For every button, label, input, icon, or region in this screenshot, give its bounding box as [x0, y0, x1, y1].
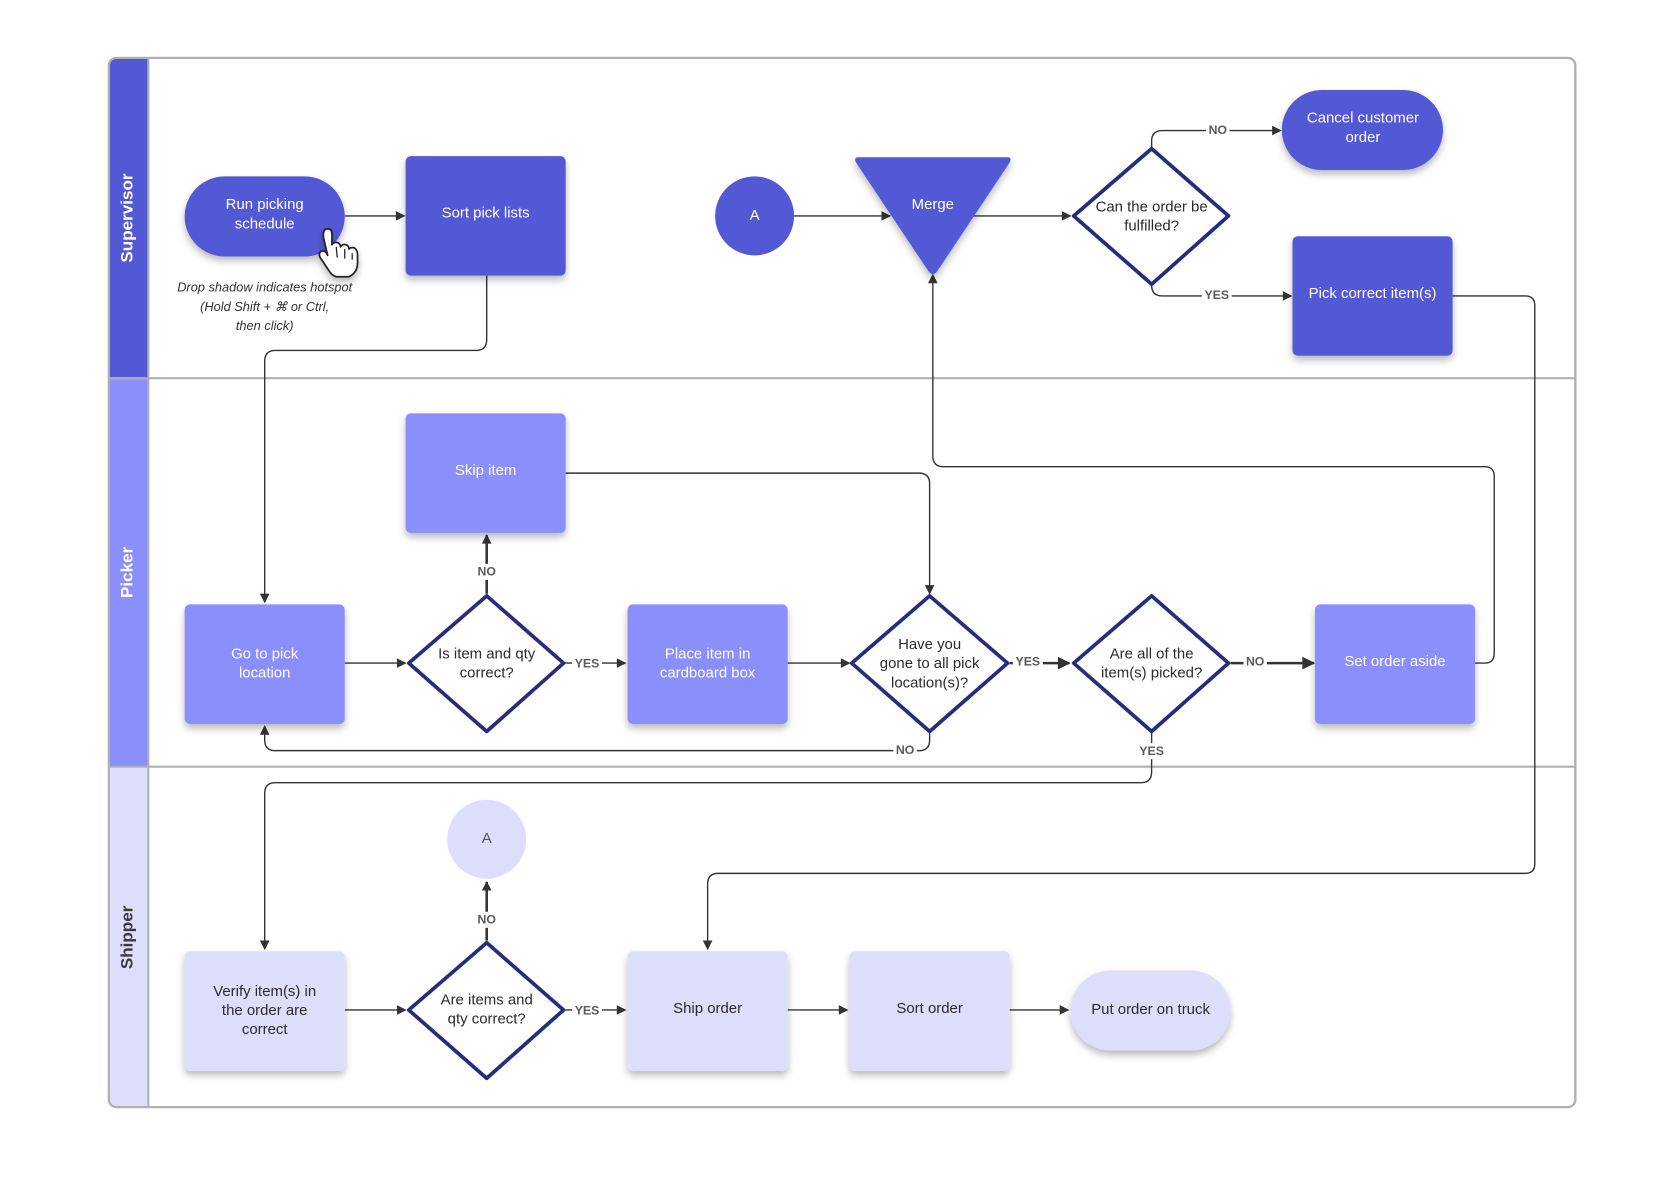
edge-label-item-qty-no: NO	[473, 563, 500, 580]
node-place-item-in-box[interactable]: Place item in cardboard box	[627, 604, 788, 724]
edge-label-all-picked-no: NO	[1243, 654, 1267, 671]
svg-text:Are items and: Are items and	[441, 991, 533, 1008]
svg-text:cardboard box: cardboard box	[660, 665, 756, 682]
edge-label-all-picked-yes: YES	[1135, 743, 1168, 760]
lane-title-supervisor: Supervisor	[118, 173, 137, 262]
svg-text:Are all of the: Are all of the	[1110, 646, 1194, 663]
svg-text:item(s) picked?: item(s) picked?	[1101, 665, 1202, 682]
svg-text:YES: YES	[575, 656, 600, 670]
edge-label-items-qty-no: NO	[473, 911, 500, 928]
svg-text:schedule: schedule	[235, 215, 295, 232]
node-pick-correct-items[interactable]: Pick correct item(s)	[1292, 236, 1453, 356]
lane-picker: Picker	[108, 378, 149, 767]
svg-text:NO: NO	[477, 913, 496, 927]
svg-text:NO: NO	[896, 743, 915, 757]
svg-text:A: A	[482, 830, 492, 847]
svg-text:YES: YES	[1139, 744, 1164, 758]
edge-label-all-locations-no: NO	[893, 743, 917, 759]
svg-text:A: A	[750, 207, 760, 224]
svg-text:Skip item: Skip item	[455, 462, 516, 479]
svg-text:Drop shadow indicates hotspot: Drop shadow indicates hotspot	[177, 280, 352, 295]
svg-text:location(s)?: location(s)?	[891, 674, 968, 691]
svg-text:(Hold Shift + ⌘ or Ctrl,: (Hold Shift + ⌘ or Ctrl,	[200, 299, 329, 314]
svg-text:order: order	[1346, 129, 1381, 146]
svg-text:YES: YES	[1016, 654, 1041, 668]
svg-text:Put order on truck: Put order on truck	[1091, 1001, 1210, 1018]
node-cancel-customer-order[interactable]: Cancel customer order	[1281, 89, 1443, 171]
svg-text:Sort pick lists: Sort pick lists	[442, 205, 530, 222]
svg-text:Verify item(s) in: Verify item(s) in	[213, 983, 316, 1000]
node-ship-order[interactable]: Ship order	[627, 951, 788, 1071]
svg-text:NO: NO	[477, 565, 496, 579]
node-put-order-on-truck[interactable]: Put order on truck	[1070, 970, 1231, 1051]
svg-text:Place item in: Place item in	[665, 646, 751, 663]
node-skip-item[interactable]: Skip item	[405, 413, 566, 533]
swimlane-flowchart: Supervisor Picker Shipper NO YES NO YES …	[107, 56, 1577, 1109]
svg-text:the order are: the order are	[222, 1002, 308, 1019]
node-run-picking-schedule[interactable]: Run picking schedule	[184, 176, 345, 257]
lane-title-picker: Picker	[118, 546, 137, 598]
node-verify-items[interactable]: Verify item(s) in the order are correct	[184, 951, 345, 1071]
svg-text:correct?: correct?	[460, 665, 514, 682]
edge-label-can-fulfill-yes: YES	[1201, 288, 1232, 304]
edge-label-can-fulfill-no: NO	[1206, 123, 1230, 138]
svg-text:correct: correct	[242, 1021, 289, 1038]
svg-text:NO: NO	[1209, 123, 1228, 137]
svg-text:Can the order be: Can the order be	[1096, 198, 1208, 215]
svg-text:Is item and qty: Is item and qty	[438, 646, 536, 663]
svg-text:gone to all pick: gone to all pick	[880, 655, 980, 672]
svg-text:Ship order: Ship order	[673, 1000, 742, 1017]
svg-text:Merge: Merge	[912, 196, 954, 213]
svg-text:Cancel customer: Cancel customer	[1307, 110, 1419, 127]
svg-text:then click): then click)	[236, 318, 294, 333]
node-connector-a-bottom[interactable]: A	[447, 799, 527, 879]
svg-text:Go to pick: Go to pick	[231, 646, 299, 663]
node-sort-pick-lists[interactable]: Sort pick lists	[405, 156, 566, 276]
edge-label-items-qty-yes: YES	[572, 1002, 602, 1018]
edge-label-item-qty-yes: YES	[572, 655, 602, 671]
svg-text:Sort order: Sort order	[896, 1000, 962, 1017]
node-connector-a-top[interactable]: A	[715, 176, 795, 256]
node-sort-order[interactable]: Sort order	[849, 951, 1010, 1071]
svg-text:Run picking: Run picking	[226, 196, 304, 213]
svg-text:Set order aside: Set order aside	[1344, 653, 1445, 670]
svg-text:Pick correct item(s): Pick correct item(s)	[1309, 285, 1437, 302]
svg-text:Have you: Have you	[898, 636, 961, 653]
node-set-order-aside[interactable]: Set order aside	[1314, 604, 1476, 724]
svg-text:YES: YES	[575, 1003, 600, 1017]
lane-shipper: Shipper	[108, 766, 149, 1108]
svg-text:NO: NO	[1246, 654, 1265, 668]
node-go-to-pick-location[interactable]: Go to pick location	[184, 604, 345, 724]
svg-text:location: location	[239, 665, 291, 682]
svg-text:qty correct?: qty correct?	[448, 1011, 526, 1028]
svg-text:fulfilled?: fulfilled?	[1124, 218, 1179, 235]
edge-label-all-locations-yes: YES	[1012, 654, 1043, 671]
svg-text:YES: YES	[1204, 288, 1229, 302]
lane-supervisor: Supervisor	[108, 57, 149, 379]
lane-title-shipper: Shipper	[118, 905, 137, 969]
